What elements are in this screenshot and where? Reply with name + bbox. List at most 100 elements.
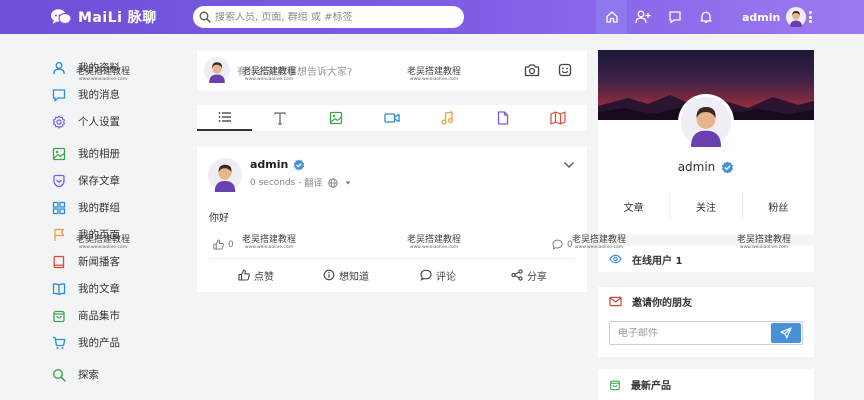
sidebar-item-label: 我的产品 — [78, 337, 120, 349]
sidebar-item-label: 保存文章 — [78, 175, 120, 187]
comment-count[interactable]: 0 — [552, 239, 573, 250]
profile-card: admin 文章 关注 粉丝 — [598, 50, 814, 234]
verified-badge-icon — [722, 161, 734, 173]
sidebar-item-articles[interactable]: 我的文章 — [50, 275, 180, 302]
user-menu[interactable]: admin — [742, 6, 807, 28]
tab-photo[interactable] — [308, 105, 363, 131]
post-meta: 0 seconds - 翻译 — [250, 176, 354, 189]
profile-avatar[interactable] — [678, 94, 734, 150]
map-icon — [549, 111, 566, 125]
tab-map[interactable] — [530, 105, 585, 131]
sidebar-item-groups[interactable]: 我的群组 — [50, 194, 180, 221]
new-products-widget[interactable]: 最新产品 — [598, 369, 814, 400]
share-button[interactable]: 分享 — [511, 267, 547, 283]
avatar[interactable] — [208, 158, 242, 192]
sidebar-item-label: 我的消息 — [78, 89, 120, 101]
top-navigation-bar: MaiLi 脉聊 admin — [0, 0, 864, 34]
send-invite-button[interactable] — [771, 323, 801, 343]
brand-name: MaiLi 脉聊 — [78, 10, 157, 26]
post-author[interactable]: admin — [250, 158, 305, 171]
post-text: 你好 — [209, 213, 229, 224]
globe-icon[interactable] — [328, 177, 339, 188]
avatar — [786, 7, 807, 27]
sidebar: 我的资料 我的消息 个人设置 我的相册 保存文章 我的群组 我的页面 新闻播客 … — [50, 54, 180, 388]
meta-separator: - — [295, 177, 305, 188]
tab-text[interactable] — [252, 105, 307, 131]
search-input[interactable] — [215, 11, 455, 23]
cart-icon — [50, 334, 68, 352]
online-users-label: 在线用户 1 — [632, 255, 683, 267]
stat-posts[interactable]: 文章 — [598, 192, 669, 220]
home-icon — [605, 11, 618, 23]
home-nav-button[interactable] — [596, 0, 627, 34]
sidebar-item-products[interactable]: 我的产品 — [50, 329, 180, 356]
file-icon — [497, 111, 508, 125]
bookmark-icon — [50, 172, 68, 190]
caret-down-icon[interactable] — [344, 180, 352, 186]
share-icon — [511, 269, 523, 281]
text-icon — [273, 111, 286, 125]
bell-icon — [700, 11, 712, 23]
post-card: admin 0 seconds - 翻译 你好 0 0 点赞 想知道 评论 分享 — [197, 146, 587, 292]
email-field[interactable] — [610, 327, 770, 339]
composer-placeholder[interactable]: 有什么新鲜事想告诉大家? — [237, 63, 352, 78]
like-count-value: 0 — [228, 239, 234, 250]
wonder-label: 想知道 — [339, 271, 369, 283]
sticker-icon[interactable] — [558, 63, 572, 77]
more-options-button[interactable] — [805, 9, 815, 25]
sidebar-item-profile[interactable]: 我的资料 — [50, 54, 180, 81]
translate-link[interactable]: 翻译 — [304, 176, 322, 189]
stat-following[interactable]: 关注 — [669, 192, 741, 220]
invite-header: 邀请你的朋友 — [609, 294, 692, 309]
flag-icon — [50, 226, 68, 244]
online-users-widget[interactable]: 在线用户 1 — [598, 246, 814, 272]
tab-music[interactable] — [419, 105, 474, 131]
divider — [209, 258, 575, 259]
sidebar-item-label: 个人设置 — [78, 116, 120, 128]
sidebar-item-label: 探索 — [78, 369, 99, 381]
author-name[interactable]: admin — [250, 158, 288, 171]
tab-file[interactable] — [475, 105, 530, 131]
post-time[interactable]: 0 seconds — [250, 178, 295, 188]
sidebar-item-marketplace[interactable]: 商品集市 — [50, 302, 180, 329]
stat-followers[interactable]: 粉丝 — [741, 192, 814, 220]
messages-nav-button[interactable] — [659, 0, 691, 34]
like-button[interactable]: 点赞 — [238, 267, 274, 283]
camera-icon[interactable] — [524, 63, 540, 77]
chat-icon — [50, 86, 68, 104]
sidebar-item-label: 我的相册 — [78, 148, 120, 160]
like-count[interactable]: 0 — [213, 239, 234, 250]
wonder-button[interactable]: 想知道 — [323, 267, 369, 283]
global-search[interactable] — [193, 6, 464, 28]
chat-icon — [669, 11, 681, 24]
search-icon — [199, 11, 211, 23]
sidebar-item-messages[interactable]: 我的消息 — [50, 81, 180, 108]
chevron-down-icon[interactable] — [563, 160, 575, 170]
sidebar-item-settings[interactable]: 个人设置 — [50, 108, 180, 135]
sidebar-item-albums[interactable]: 我的相册 — [50, 140, 180, 167]
comment-icon — [420, 269, 432, 281]
comment-button[interactable]: 评论 — [420, 267, 456, 283]
post-composer[interactable]: 有什么新鲜事想告诉大家? — [197, 50, 587, 90]
open-book-icon — [50, 280, 68, 298]
new-products-label: 最新产品 — [631, 381, 671, 392]
friend-requests-button[interactable] — [627, 0, 659, 34]
tab-all[interactable] — [197, 105, 252, 131]
tab-video[interactable] — [364, 105, 419, 131]
invite-friends-widget: 邀请你的朋友 — [598, 287, 814, 357]
notifications-button[interactable] — [690, 0, 722, 34]
shop-bag-icon — [50, 307, 68, 325]
sidebar-item-saved-posts[interactable]: 保存文章 — [50, 167, 180, 194]
sidebar-item-news[interactable]: 新闻播客 — [50, 248, 180, 275]
profile-stats: 文章 关注 粉丝 — [598, 192, 814, 220]
profile-name[interactable]: admin — [598, 160, 814, 174]
avatar — [681, 97, 731, 147]
brand-logo[interactable]: MaiLi 脉聊 — [50, 6, 157, 28]
sidebar-item-pages[interactable]: 我的页面 — [50, 221, 180, 248]
sidebar-item-explore[interactable]: 探索 — [50, 361, 180, 388]
sidebar-item-label: 商品集市 — [78, 310, 120, 322]
verified-badge-icon — [294, 159, 305, 170]
user-name: admin — [742, 10, 781, 24]
comment-count-value: 0 — [567, 239, 573, 250]
invite-title: 邀请你的朋友 — [632, 298, 692, 309]
